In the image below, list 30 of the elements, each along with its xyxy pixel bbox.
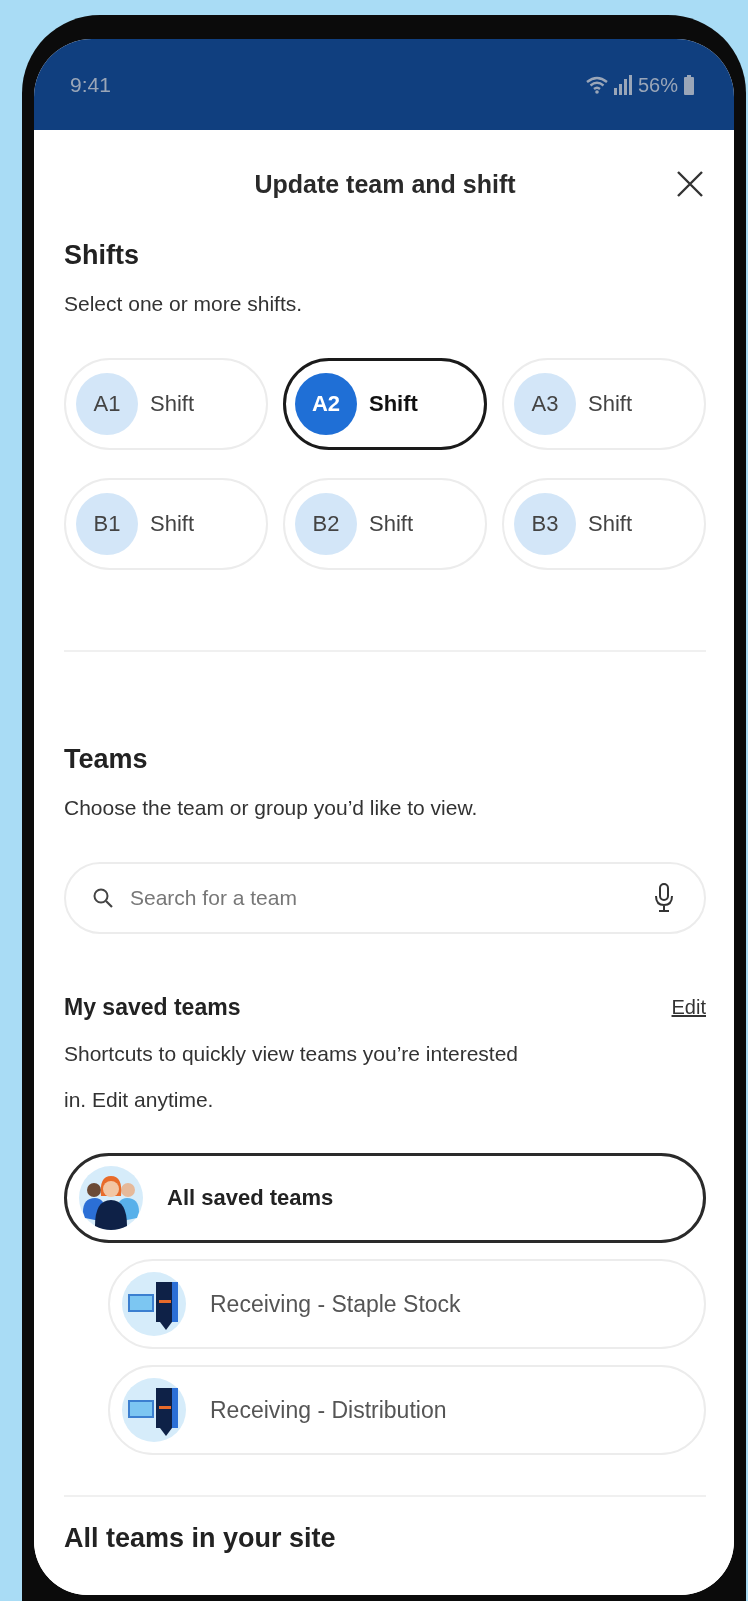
status-time: 9:41 [70,73,111,97]
team-option[interactable]: Receiving - Staple Stock [108,1259,706,1349]
section-heading: Shifts [64,239,140,272]
shift-chip[interactable]: B3 Shift [502,478,706,570]
edit-link[interactable]: Edit [671,996,706,1019]
shift-chip[interactable]: A3 Shift [502,358,706,450]
sheet-title: Update team and shift [254,169,516,199]
computer-icon [122,1272,186,1336]
wifi-icon [585,76,608,94]
search-input[interactable]: Search for a team [128,885,640,911]
section-hint: Select one or more shifts. [64,291,304,317]
subsection-heading: My saved teams [64,994,241,1021]
shift-chip[interactable]: A1 Shift [64,358,268,450]
section-hint: Shortcuts to quickly view teams you’re interested in. Edit anytime. [64,1041,520,1113]
search-icon [92,887,114,909]
shift-chip[interactable]: B2 Shift [283,478,487,570]
battery-percent: 56% [637,73,678,97]
microphone-icon[interactable] [654,883,674,913]
search-field[interactable]: Search for a team [64,862,706,934]
section-heading: All teams in your site [64,1522,337,1555]
signal-icon [613,75,632,95]
shift-chip[interactable]: B1 Shift [64,478,268,570]
battery-icon [684,75,694,95]
team-option[interactable]: All saved teams [64,1153,706,1243]
computer-icon [122,1378,186,1442]
shift-chip[interactable]: A2 Shift [283,358,487,450]
section-hint: Choose the team or group you’d like to view. [64,795,479,821]
people-group-icon [79,1166,143,1230]
team-option[interactable]: Receiving - Distribution [108,1365,706,1455]
section-heading: Teams [64,743,149,776]
